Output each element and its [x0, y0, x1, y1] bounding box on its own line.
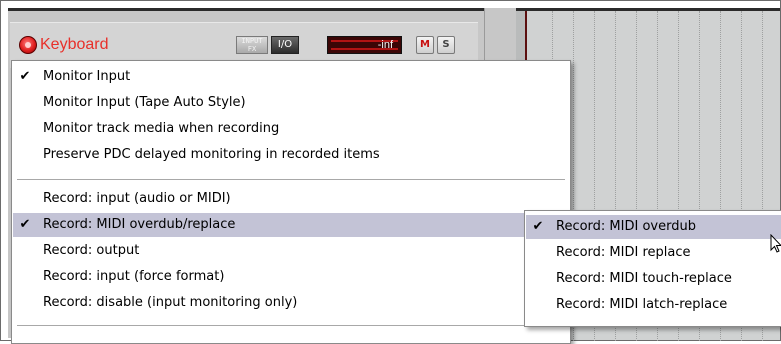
check-icon: ✔	[19, 69, 31, 84]
mute-button[interactable]: M	[416, 36, 434, 54]
menu-item-label: Record: MIDI latch-replace	[556, 297, 728, 312]
menu-item-preserve-pdc[interactable]: Preserve PDC delayed monitoring in recor…	[13, 143, 569, 167]
check-icon: ✔	[19, 217, 31, 232]
menu-separator	[17, 325, 565, 326]
menu-item-record-disable[interactable]: Record: disable (input monitoring only)	[13, 291, 569, 315]
menu-item-label: Monitor Input	[43, 69, 131, 84]
menu-item-monitor-input-tape-auto[interactable]: Monitor Input (Tape Auto Style)	[13, 91, 569, 115]
menu-item-monitor-track-media[interactable]: Monitor track media when recording	[13, 117, 569, 141]
input-fx-button[interactable]: INPUT FX	[236, 36, 268, 54]
menu-item-label: Monitor Input (Tape Auto Style)	[43, 95, 246, 110]
menu-item-label: Record: MIDI overdub/replace	[43, 217, 236, 232]
mouse-pointer-icon	[770, 234, 781, 253]
track-panel-top-border	[8, 8, 484, 11]
menu-item-label: Record: MIDI overdub	[556, 219, 696, 234]
menu-item-label: Record: input (audio or MIDI)	[43, 191, 231, 206]
submenu-item-record-midi-touch-replace[interactable]: Record: MIDI touch-replace	[526, 267, 781, 291]
track-name[interactable]: Keyboard	[40, 35, 220, 55]
record-arm-icon[interactable]	[19, 36, 37, 54]
menu-item-label: Record: disable (input monitoring only)	[43, 295, 298, 310]
midi-overdub-submenu: ✔ Record: MIDI overdub Record: MIDI repl…	[524, 210, 781, 327]
menu-item-record-input[interactable]: Record: input (audio or MIDI)	[13, 187, 569, 211]
record-monitor-context-menu: ✔ Monitor Input Monitor Input (Tape Auto…	[11, 60, 571, 344]
menu-item-monitor-input[interactable]: ✔ Monitor Input	[13, 65, 569, 89]
menu-item-record-midi-overdub-replace[interactable]: ✔ Record: MIDI overdub/replace	[13, 213, 569, 237]
submenu-item-record-midi-overdub[interactable]: ✔ Record: MIDI overdub	[526, 215, 781, 239]
menu-separator	[17, 179, 565, 180]
menu-item-record-output[interactable]: Record: output	[13, 239, 569, 263]
check-icon: ✔	[532, 219, 544, 234]
menu-item-label: Monitor track media when recording	[43, 121, 280, 136]
track-meter[interactable]: -inf	[327, 36, 402, 54]
submenu-item-record-midi-latch-replace[interactable]: Record: MIDI latch-replace	[526, 293, 781, 317]
io-button[interactable]: I/O	[271, 36, 299, 54]
meter-value: -inf	[377, 39, 393, 51]
menu-item-record-input-force-format[interactable]: Record: input (force format)	[13, 265, 569, 289]
menu-item-label: Record: MIDI touch-replace	[556, 271, 732, 286]
solo-button[interactable]: S	[437, 36, 455, 54]
menu-item-label: Record: output	[43, 243, 140, 258]
submenu-item-record-midi-replace[interactable]: Record: MIDI replace	[526, 241, 781, 265]
menu-item-label: Record: MIDI replace	[556, 245, 691, 260]
menu-item-label: Preserve PDC delayed monitoring in recor…	[43, 147, 380, 162]
menu-item-label: Record: input (force format)	[43, 269, 225, 284]
